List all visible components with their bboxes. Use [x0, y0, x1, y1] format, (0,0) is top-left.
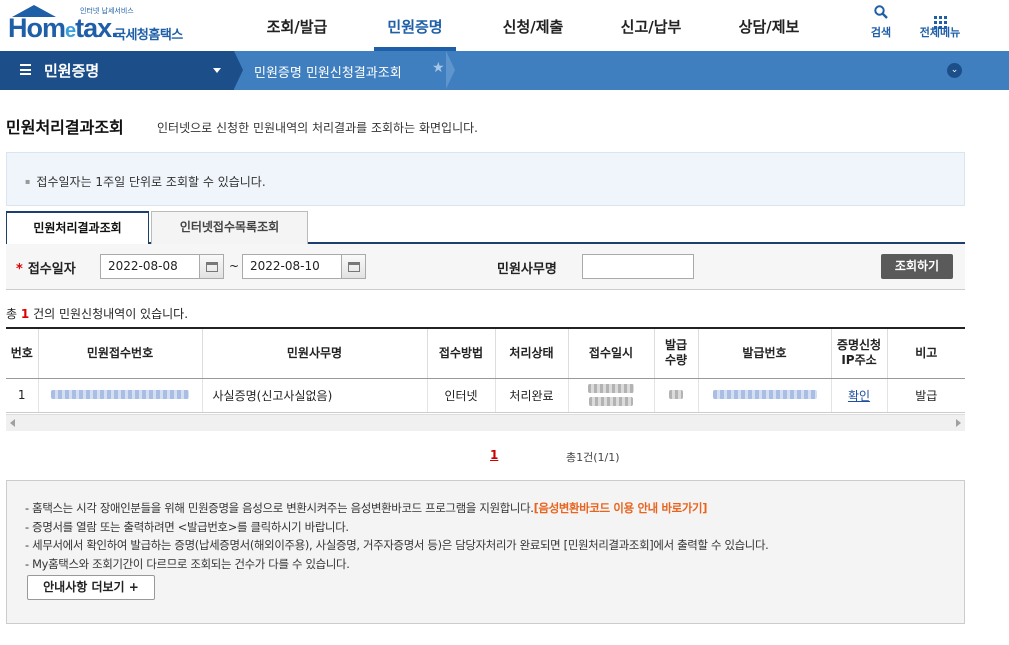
col-received-at: 접수일시: [567, 328, 654, 379]
calendar-to-button[interactable]: [341, 254, 366, 279]
cell-service-name: 사실증명(신고사실없음): [201, 378, 427, 413]
col-no: 번호: [6, 328, 38, 379]
nav-certificates[interactable]: 민원증명: [356, 0, 474, 51]
page-title: 민원처리결과조회: [6, 118, 124, 137]
nav-inquiry[interactable]: 조회/발급: [238, 0, 356, 51]
result-count: 총 1 건의 민원신청내역이 있습니다.: [6, 307, 189, 321]
horizontal-scrollbar[interactable]: [6, 414, 965, 431]
favorite-star-icon[interactable]: ★: [432, 60, 445, 76]
calendar-icon: [206, 262, 218, 272]
info-text: 접수일자는 1주일 단위로 조회할 수 있습니다.: [25, 173, 265, 190]
cell-no: 1: [6, 378, 38, 413]
col-issue-no: 발급번호: [697, 328, 831, 379]
col-method: 접수방법: [426, 328, 495, 379]
breadcrumb[interactable]: 민원증명 민원신청결과조회: [254, 62, 402, 81]
search-button[interactable]: 검색: [861, 4, 901, 40]
search-icon: [861, 4, 901, 24]
search-submit-button[interactable]: 조회하기: [881, 254, 953, 279]
calendar-icon: [348, 262, 360, 272]
cell-issue-qty-redacted: [653, 378, 698, 413]
col-service-name: 민원사무명: [201, 328, 427, 379]
grid-menu-icon: [915, 4, 965, 29]
tab-bar: 민원처리결과조회 인터넷접수목록조회: [6, 211, 965, 245]
col-note: 비고: [886, 328, 965, 379]
cell-status: 처리완료: [494, 378, 568, 413]
cell-method: 인터넷: [426, 378, 495, 413]
col-issue-qty: 발급 수량: [653, 328, 698, 379]
depth1-label: 민원증명: [44, 62, 100, 80]
table-row: 1 사실증명(신고사실없음) 인터넷 처리완료 확인 발급: [6, 378, 965, 413]
scroll-right-icon[interactable]: [956, 419, 961, 427]
logo-korean-name: 국세청홈택스: [114, 28, 183, 43]
breadcrumb-separator: [446, 51, 455, 89]
hometax-logo[interactable]: 인터넷 납세서비스 Hometax. 국세청홈택스: [6, 4, 196, 48]
breadcrumb-arrow: [234, 51, 243, 89]
guide-more-button[interactable]: 안내사항 더보기 +: [27, 575, 155, 600]
cell-received-at-redacted: [567, 378, 654, 413]
hamburger-icon: [20, 64, 31, 75]
global-nav: 조회/발급 민원증명 신청/제출 신고/납부 상담/제보: [238, 0, 828, 51]
date-to-input[interactable]: 2022-08-10: [242, 254, 342, 279]
nav-apply-submit[interactable]: 신청/제출: [474, 0, 592, 51]
page-link-current[interactable]: 1: [490, 448, 498, 462]
guide-box: 홈택스는 시각 장애인분들을 위해 민원증명을 음성으로 변환시켜주는 음성변환…: [6, 480, 965, 624]
cell-ip-address: 확인: [830, 378, 887, 413]
issue-number-link[interactable]: [697, 378, 831, 413]
col-receipt-no: 민원접수번호: [37, 328, 202, 379]
page-info: 총1건(1/1): [566, 451, 620, 464]
scroll-left-icon[interactable]: [10, 419, 15, 427]
location-bar: 민원증명 민원증명 민원신청결과조회 ★ ⌄: [0, 51, 1009, 90]
header-tools: 검색 전체메뉴: [861, 4, 965, 40]
page-description: 인터넷으로 신청한 민원내역의 처리결과를 조회하는 화면입니다.: [157, 121, 478, 135]
guide-item: 홈택스는 시각 장애인분들을 위해 민원증명을 음성으로 변환시켜주는 음성변환…: [25, 499, 768, 518]
all-menu-label: 전체메뉴: [919, 26, 961, 39]
date-from-input[interactable]: 2022-08-08: [100, 254, 200, 279]
service-name-input[interactable]: [582, 254, 694, 279]
nav-report-pay[interactable]: 신고/납부: [592, 0, 710, 51]
col-status: 처리상태: [494, 328, 568, 379]
col-ip-address: 증명신청 IP주소: [830, 328, 887, 379]
search-label: 검색: [870, 26, 892, 39]
result-table: 번호 민원접수번호 민원사무명 접수방법 처리상태 접수일시 발급 수량 발급번…: [6, 327, 965, 413]
voice-barcode-link[interactable]: [음성변환바코드 이용 안내 바로가기]: [534, 501, 708, 515]
tab-internet-receipt-list[interactable]: 인터넷접수목록조회: [151, 211, 308, 244]
guide-item: 증명서를 열람 또는 출력하려면 <발급번호>를 클릭하시기 바랍니다.: [25, 518, 768, 537]
ip-check-link[interactable]: 확인: [848, 389, 870, 403]
calendar-from-button[interactable]: [199, 254, 224, 279]
depth1-menu[interactable]: 민원증명: [0, 51, 234, 90]
guide-item: My홈택스와 조회기간이 다르므로 조회되는 건수가 다를 수 있습니다.: [25, 555, 768, 574]
cell-note: 발급: [886, 378, 965, 413]
expand-chevron-icon[interactable]: ⌄: [947, 63, 962, 78]
nav-consult[interactable]: 상담/제보: [710, 0, 828, 51]
logo-wordmark: Hometax.: [8, 13, 119, 43]
tab-result-inquiry[interactable]: 민원처리결과조회: [6, 211, 149, 245]
caret-down-icon: [213, 68, 221, 73]
search-panel: * 접수일자 2022-08-08 ~ 2022-08-10 민원사무명 조회하기: [6, 244, 965, 290]
scrollbar-thumb[interactable]: [23, 417, 943, 429]
global-header: 인터넷 납세서비스 Hometax. 국세청홈택스 조회/발급 민원증명 신청/…: [0, 0, 1009, 51]
cell-receipt-no-redacted: [37, 378, 202, 413]
service-name-label: 민원사무명: [497, 262, 557, 277]
info-box: 접수일자는 1주일 단위로 조회할 수 있습니다.: [6, 152, 965, 206]
date-range-separator: ~: [229, 259, 240, 273]
all-menu-button[interactable]: 전체메뉴: [915, 4, 965, 40]
guide-item: 세무서에서 확인하여 발급하는 증명(납세증명서(해외이주용), 사실증명, 거…: [25, 536, 769, 555]
date-label: * 접수일자: [16, 262, 76, 277]
guide-list: 홈택스는 시각 장애인분들을 위해 민원증명을 음성으로 변환시켜주는 음성변환…: [25, 499, 769, 574]
